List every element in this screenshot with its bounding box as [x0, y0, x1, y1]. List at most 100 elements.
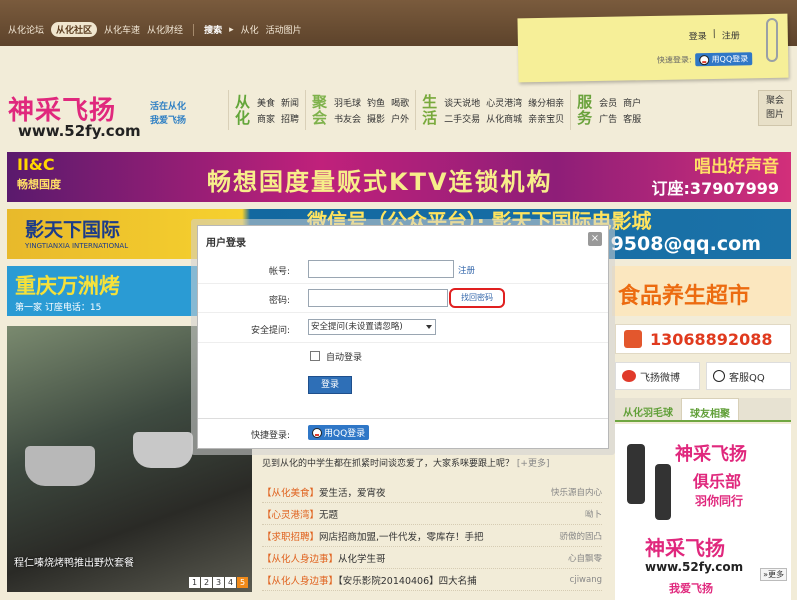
box-line-1: 聚会	[765, 96, 784, 106]
nav-item[interactable]: 缘分相亲	[528, 96, 564, 109]
qq-login-button[interactable]: 用QQ登录	[308, 425, 370, 440]
ktv-logo-text: II&C	[17, 155, 55, 174]
slide-page-4[interactable]: 4	[225, 577, 236, 588]
slide-page-3[interactable]: 3	[213, 577, 224, 588]
news-tag[interactable]: 【从化人身边事】	[262, 554, 338, 565]
news-intro-text[interactable]: 见到从化的中学生都在抓紧时间谈恋爱了，大家系咪要跟上呢？	[262, 459, 514, 469]
arrow-right-icon: ▸	[229, 24, 234, 35]
nav-item[interactable]: 广告	[599, 112, 617, 125]
close-icon[interactable]: ×	[588, 232, 602, 246]
password-input[interactable]	[308, 289, 448, 307]
more-button[interactable]: »更多	[760, 568, 787, 581]
more-link[interactable]: [+更多]	[517, 459, 550, 469]
tab-players-meetup[interactable]: 球友相聚	[681, 398, 739, 420]
list-item[interactable]: 【求职招聘】网店招商加盟,一件代发，零库存！手把 骄傲的固凸	[262, 525, 602, 547]
nav-item[interactable]: 商户	[623, 96, 641, 109]
divider	[193, 23, 195, 36]
nav-item[interactable]: 商家	[257, 112, 275, 125]
tab-badminton[interactable]: 从化羽毛球	[615, 398, 681, 420]
news-author[interactable]: 快乐源自内心	[551, 486, 602, 498]
password-row: 密码: 找回密码	[198, 285, 608, 313]
nav-item[interactable]: 美食	[257, 96, 275, 109]
slogan-line-2: 我爱飞扬	[150, 116, 187, 126]
slide-page-1[interactable]: 1	[189, 577, 200, 588]
news-title[interactable]: 网店招商加盟,一件代发，零库存！手把	[319, 532, 484, 543]
news-tag[interactable]: 【求职招聘】	[262, 532, 319, 543]
nav-item[interactable]: 会员	[599, 96, 617, 109]
news-author[interactable]: 心自飘零	[568, 552, 602, 564]
news-tag[interactable]: 【从化人身边事】	[262, 576, 338, 587]
toplink-finance[interactable]: 从化财经	[147, 23, 183, 36]
nav-item[interactable]: 招聘	[281, 112, 299, 125]
nav-item[interactable]: 喝歌	[391, 96, 409, 109]
nav-item[interactable]: 羽毛球	[334, 96, 361, 109]
nav-group-title: 生活	[422, 93, 438, 127]
ad-line-6: 我爱飞扬	[669, 582, 713, 595]
club-ad[interactable]: 神采飞扬 俱乐部 羽你同行 神采飞扬 www.52fy.com 我爱飞扬 »更多	[615, 424, 791, 600]
nav-item[interactable]: 书友会	[334, 112, 361, 125]
nav-item[interactable]: 谈天说地	[444, 96, 480, 109]
nav-item[interactable]: 从化商城	[486, 112, 522, 125]
slide-page-5[interactable]: 5	[237, 577, 248, 588]
nav-item[interactable]: 客服	[623, 112, 641, 125]
slide-caption: 程仁嗪烧烤鸭推出野炊套餐	[14, 558, 134, 569]
auto-login-checkbox[interactable]	[310, 351, 320, 361]
security-question-select[interactable]: 安全提问(未设置请忽略)	[308, 319, 436, 335]
gathering-photos-box[interactable]: 聚会 图片	[758, 90, 792, 126]
nav-item[interactable]: 摄影	[367, 112, 385, 125]
news-title[interactable]: 爱生活，爱宵夜	[319, 488, 386, 499]
nav-item[interactable]: 亲亲宝贝	[528, 112, 564, 125]
register-link[interactable]: 注册	[458, 264, 475, 276]
qq-login-button[interactable]: 用QQ登录	[695, 52, 753, 67]
news-tag[interactable]: 【从化美食】	[262, 488, 319, 499]
ktv-banner[interactable]: II&C 畅想国度 畅想国度量贩式KTV连锁机构 唱出好声音 订座:379079…	[7, 152, 791, 202]
list-item[interactable]: 【从化人身边事】【安乐影院20140406】四大名捕 cjiwang	[262, 569, 602, 591]
site-logo[interactable]: 神采飞扬 活在从化 我爱飞扬 www.52fy.com	[8, 90, 218, 145]
health-food-banner[interactable]: 食品养生超市	[612, 266, 791, 316]
service-qq-button[interactable]: 客服QQ	[706, 362, 791, 390]
logo-url: www.52fy.com	[18, 122, 141, 140]
list-item[interactable]: 【心灵港湾】无题 呦卜	[262, 503, 602, 525]
nav-item[interactable]: 心灵港湾	[486, 96, 522, 109]
news-author[interactable]: 呦卜	[585, 508, 602, 520]
login-link[interactable]: 登录	[689, 29, 707, 42]
nav-group-title: 从化	[235, 93, 251, 127]
cooking-pot-image	[133, 432, 193, 468]
list-item[interactable]: 【从化美食】爱生活，爱宵夜 快乐源自内心	[262, 481, 602, 503]
cinema-email: 9508@qq.com	[610, 233, 761, 255]
security-row: 安全提问: 安全提问(未设置请忽略)	[198, 315, 608, 343]
bbq-headline: 重庆万洲烤	[15, 274, 120, 298]
news-tag[interactable]: 【心灵港湾】	[262, 510, 319, 521]
search-sub-conghua[interactable]: 从化	[241, 23, 259, 36]
toplink-forum[interactable]: 从化论坛	[8, 23, 44, 36]
nav-item[interactable]: 二手交易	[444, 112, 480, 125]
news-author[interactable]: 骄傲的固凸	[559, 530, 602, 542]
list-item[interactable]: 【从化人身边事】从化学生哥 心自飘零	[262, 547, 602, 569]
auto-login-label[interactable]: 自动登录	[326, 350, 362, 363]
news-title[interactable]: 【安乐影院20140406】四大名捕	[338, 576, 477, 587]
nav-item[interactable]: 户外	[391, 112, 409, 125]
sidebar-tabs: 从化羽毛球 球友相聚	[615, 398, 791, 422]
search-sub-activity-photos[interactable]: 活动图片	[266, 23, 302, 36]
news-title[interactable]: 从化学生哥	[338, 554, 386, 565]
weibo-button[interactable]: 飞扬微博	[615, 362, 700, 390]
account-row: 帐号: 注册	[198, 256, 608, 284]
find-password-link[interactable]: 找回密码	[449, 288, 505, 308]
toplink-community[interactable]: 从化社区	[51, 22, 98, 37]
ktv-logo: II&C 畅想国度	[17, 155, 61, 195]
nav-item[interactable]: 新闻	[281, 96, 299, 109]
login-submit-button[interactable]: 登录	[308, 376, 352, 394]
service-qq-label: 客服QQ	[729, 372, 765, 384]
toplink-car[interactable]: 从化车速	[104, 23, 140, 36]
nav-item[interactable]: 钓鱼	[367, 96, 385, 109]
bbq-banner[interactable]: 重庆万洲烤 第一家 订座电话：15	[7, 266, 197, 316]
news-title[interactable]: 无题	[319, 510, 338, 521]
qq-login-label: 用QQ登录	[711, 54, 749, 64]
register-link[interactable]: 注册	[722, 28, 740, 41]
news-author[interactable]: cjiwang	[570, 575, 602, 585]
security-question-value: 安全提问(未设置请忽略)	[311, 322, 403, 332]
search-label[interactable]: 搜索	[204, 23, 222, 36]
cooking-pot-image	[25, 446, 95, 486]
slide-page-2[interactable]: 2	[201, 577, 212, 588]
account-input[interactable]	[308, 260, 454, 278]
